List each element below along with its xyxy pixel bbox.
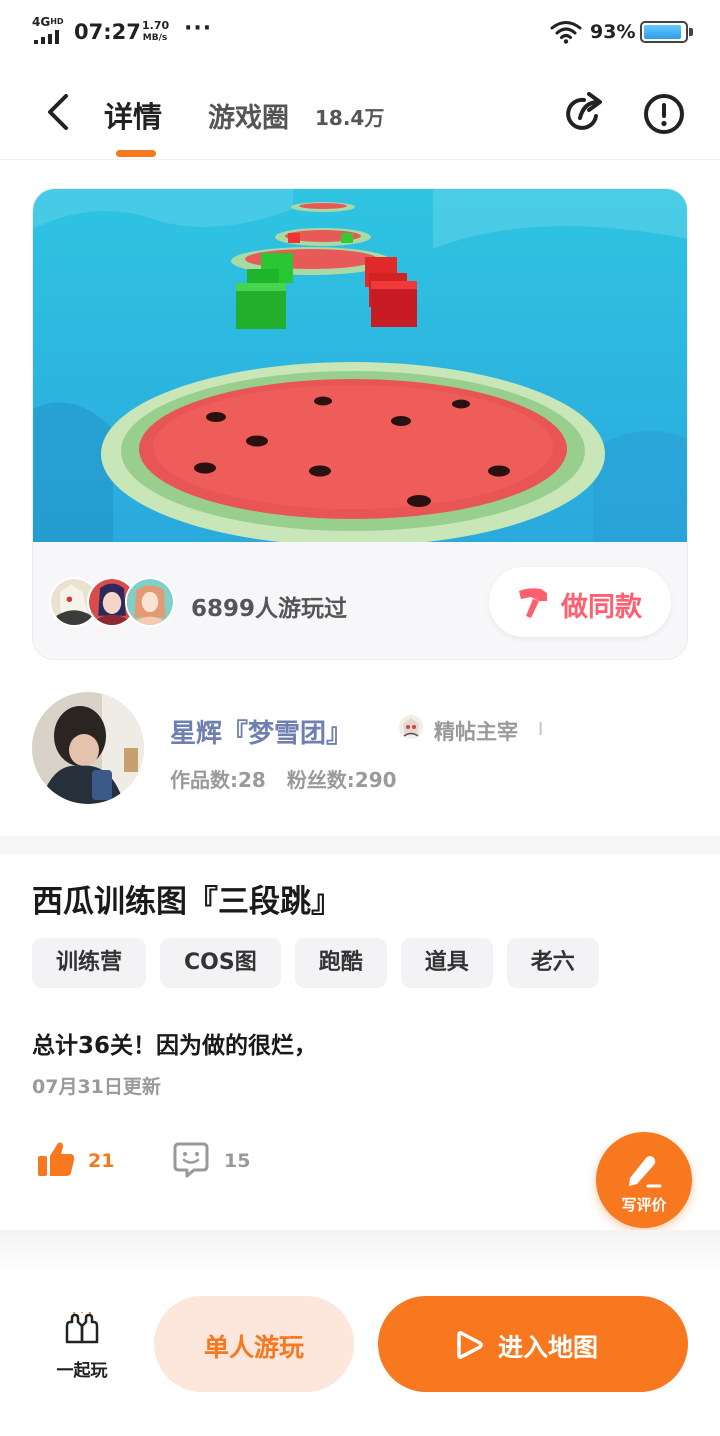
tag-item[interactable]: 训练营: [32, 938, 147, 988]
update-date: 07月31日更新: [32, 1076, 161, 1098]
play-together-label: 一起玩: [56, 1361, 108, 1381]
tag-item[interactable]: 老六: [506, 938, 599, 988]
author-name[interactable]: 星辉『梦雪团』: [170, 713, 352, 750]
avatar: [125, 577, 175, 627]
make-same-label: 做同款: [561, 592, 642, 623]
battery-percent: 93%: [590, 21, 636, 43]
section-divider: [0, 836, 720, 854]
share-icon[interactable]: [562, 92, 606, 136]
map-preview-image[interactable]: [33, 189, 688, 542]
make-same-button[interactable]: 做同款: [489, 567, 671, 637]
report-icon[interactable]: [642, 92, 686, 136]
tab-game-circle[interactable]: 游戏圈: [208, 96, 289, 135]
battery-tip: [689, 28, 693, 36]
enter-map-button[interactable]: 进入地图: [378, 1296, 688, 1392]
player-avatars: [49, 577, 179, 627]
wifi-icon: [550, 21, 582, 44]
play-together-button[interactable]: 一起玩: [44, 1306, 120, 1381]
game-circle-count: 18.4万: [315, 106, 385, 130]
comment-count: 15: [224, 1150, 251, 1172]
tag-item[interactable]: COS图: [160, 938, 281, 988]
network-speed: 1.70 MB/s: [142, 19, 170, 44]
network-indicator: 4GHD: [32, 15, 64, 29]
badge-icon: [399, 715, 423, 739]
active-tab-indicator: [116, 150, 156, 157]
tab-detail[interactable]: 详情: [104, 94, 162, 136]
solo-play-button[interactable]: 单人游玩: [154, 1296, 354, 1392]
works-count: 作品数:28: [170, 768, 266, 792]
badge-separator: I: [538, 719, 544, 740]
badge-label: 精帖主宰: [434, 720, 518, 744]
post-title: 西瓜训练图『三段跳』: [32, 884, 342, 920]
write-review-label: 写评价: [621, 1196, 667, 1214]
thumbs-up-icon[interactable]: [36, 1140, 76, 1178]
write-review-button[interactable]: 写评价: [596, 1132, 692, 1228]
signal-icon: [34, 30, 59, 44]
battery-icon: [640, 21, 688, 43]
comment-icon[interactable]: [172, 1140, 210, 1178]
like-count: 21: [88, 1150, 115, 1172]
status-bar: 4GHD 07:27 1.70 MB/s ··· 93%: [0, 0, 720, 62]
pencil-icon: [629, 1156, 662, 1188]
played-count: 6899人游玩过: [191, 596, 348, 622]
enter-map-label: 进入地图: [498, 1333, 599, 1362]
tag-item[interactable]: 跑酷: [294, 938, 387, 988]
clock: 07:27: [74, 20, 141, 44]
clapping-hands-icon: [65, 1312, 99, 1344]
bottom-action-bar: 一起玩 单人游玩 进入地图: [0, 1276, 720, 1436]
back-arrow-icon[interactable]: [40, 92, 76, 132]
bottom-divider: [0, 1230, 720, 1276]
top-nav: 详情 游戏圈 18.4万: [0, 62, 720, 160]
solo-play-label: 单人游玩: [203, 1333, 304, 1362]
author-stats: 作品数:28 粉丝数:290: [170, 764, 411, 793]
fans-count: 粉丝数:290: [286, 768, 397, 792]
tag-item[interactable]: 道具: [400, 938, 493, 988]
author-avatar[interactable]: [32, 692, 144, 804]
post-description: 总计36关！因为做的很烂，: [32, 1033, 318, 1059]
hammer-icon: [519, 588, 547, 618]
map-card: 6899人游玩过 做同款: [32, 188, 688, 660]
play-icon: [457, 1331, 483, 1359]
tag-list: 训练营 COS图 跑酷 道具 老六: [32, 938, 599, 988]
more-notifications-icon: ···: [184, 16, 213, 41]
